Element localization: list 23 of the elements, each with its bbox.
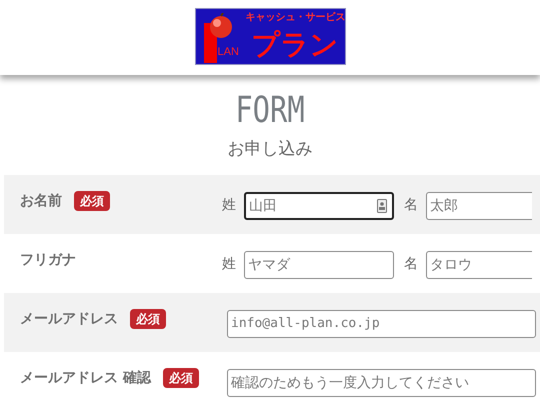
text-input[interactable]: ヤマダ xyxy=(244,250,394,278)
text-input[interactable]: 山田 xyxy=(244,192,394,220)
form-title: FORM xyxy=(234,89,306,131)
logo-tagline: キャッシュ・サービス xyxy=(246,12,346,24)
required-badge: 必須 xyxy=(130,309,166,329)
field-prefix: 姓 xyxy=(222,196,236,215)
field-label: フリガナ xyxy=(20,250,76,270)
text-input[interactable]: 太郎 xyxy=(426,192,532,220)
field-prefix: 名 xyxy=(404,255,418,274)
required-badge: 必須 xyxy=(162,368,199,388)
field-prefix: 姓 xyxy=(222,255,236,274)
field-label: メールアドレス 確認 xyxy=(20,368,151,388)
text-input[interactable]: タロウ xyxy=(426,250,532,278)
field-label: お名前 xyxy=(20,192,62,210)
required-badge: 必須 xyxy=(74,191,110,211)
logo-subtext: LAN xyxy=(218,46,239,59)
logo-name: プラン xyxy=(252,29,338,61)
form-subtitle: お申し込み xyxy=(228,138,312,161)
text-input[interactable]: info@all-plan.co.jp xyxy=(227,310,536,338)
text-input[interactable]: 確認のためもう一度入力してください xyxy=(227,368,536,396)
field-label: メールアドレス xyxy=(20,310,118,328)
field-prefix: 名 xyxy=(404,196,418,215)
contact-card-icon[interactable] xyxy=(377,198,387,212)
